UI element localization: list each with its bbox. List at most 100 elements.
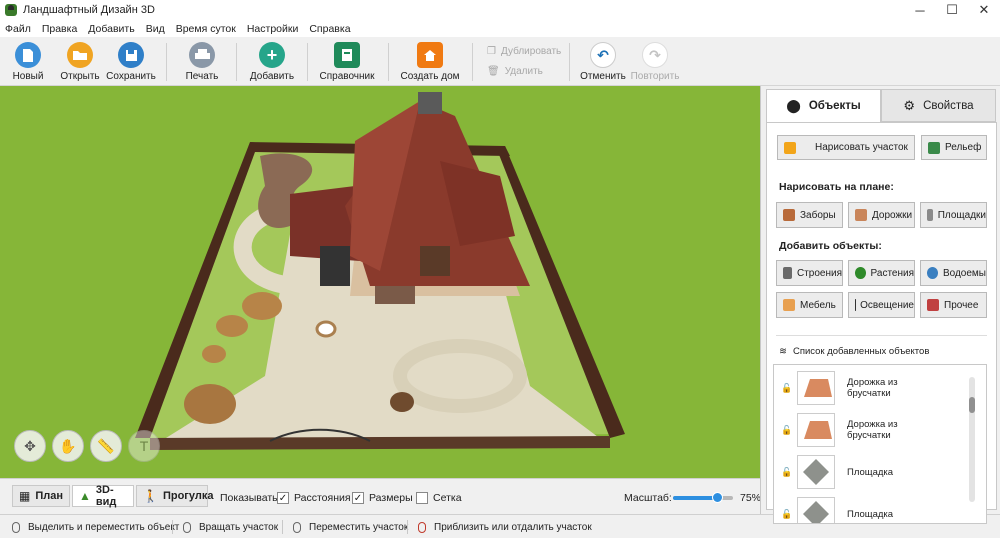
tab-objects[interactable]: ⬤ Объекты [766, 89, 881, 122]
list-item[interactable]: 🔓 Площадка [774, 493, 970, 523]
ruler-tool[interactable]: 📏 [90, 430, 122, 462]
lock-icon[interactable]: 🔓 [781, 383, 792, 394]
tab-3d-view[interactable]: ▲ 3D-вид [72, 484, 134, 508]
brick-path-thumbnail [797, 371, 835, 405]
well-hatch [390, 392, 414, 412]
list-item[interactable]: 🔓 Дорожка из брусчатки [774, 367, 970, 409]
new-button[interactable]: Новый [10, 37, 46, 85]
redo-button[interactable]: ↷ Повторить [630, 37, 680, 85]
tab-plan[interactable]: ▦ План [12, 485, 70, 507]
relief-label: Рельеф [945, 142, 982, 153]
3d-viewport[interactable]: ✥ ✋ 📏 T [0, 86, 760, 478]
lock-icon[interactable]: 🔓 [781, 425, 792, 436]
areas-button[interactable]: Площадки [920, 202, 987, 228]
menu-settings[interactable]: Настройки [247, 23, 299, 35]
text-tool[interactable]: T [128, 430, 160, 462]
menu-view[interactable]: Вид [146, 23, 165, 35]
list-item[interactable]: 🔓 Дорожка из брусчатки [774, 409, 970, 451]
save-disk-icon [118, 42, 144, 68]
distances-checkbox[interactable]: ✓ Расстояния [277, 492, 351, 504]
grid-checkbox[interactable]: Сетка [416, 492, 462, 504]
status-select-move: Выделить и переместить объект [12, 522, 179, 533]
app-icon [5, 4, 17, 16]
menu-file[interactable]: Файл [5, 23, 31, 35]
save-button[interactable]: Сохранить [106, 37, 156, 85]
menu-add[interactable]: Добавить [88, 23, 134, 35]
show-label: Показывать: [220, 492, 281, 504]
fences-button[interactable]: Заборы [776, 202, 843, 228]
trash-icon: 🗑 [487, 66, 500, 77]
paths-button[interactable]: Дорожки [848, 202, 915, 228]
status-zoom-label: Приблизить или отдалить участок [434, 522, 592, 533]
reference-button[interactable]: Справочник [319, 37, 375, 85]
draw-on-plan-heading: Нарисовать на плане: [779, 181, 894, 193]
maximize-button[interactable]: ☐ [936, 0, 968, 20]
relief-button[interactable]: Рельеф [921, 135, 987, 160]
zoom-value: 75% [740, 492, 762, 504]
add-label: Добавить [249, 71, 295, 82]
add-button[interactable]: + Добавить [250, 37, 294, 85]
build-house-button[interactable]: Создать дом [400, 37, 460, 85]
furniture-icon [783, 299, 795, 311]
reference-label: Справочник [319, 71, 375, 82]
objects-icon: ⬤ [786, 98, 801, 113]
plants-button[interactable]: Растения [848, 260, 915, 286]
tab-properties[interactable]: ⚙ Свойства [881, 89, 996, 122]
sizes-checkbox[interactable]: ✓ Размеры [352, 492, 413, 504]
plants-label: Растения [870, 267, 914, 279]
3d-view-label: 3D-вид [95, 484, 117, 508]
walking-man-icon: 🚶 [143, 489, 158, 503]
print-label: Печать [185, 71, 219, 82]
chimney [418, 92, 442, 114]
buildings-label: Строения [796, 267, 842, 279]
add-objects-heading: Добавить объекты: [779, 240, 882, 252]
stone-round [184, 384, 236, 424]
save-label: Сохранить [106, 71, 156, 82]
lock-icon[interactable]: 🔓 [781, 467, 792, 478]
objects-list[interactable]: 🔓 Дорожка из брусчатки 🔓 Дорожка из брус… [773, 364, 987, 524]
lamp [315, 320, 337, 338]
zoom-slider[interactable] [673, 492, 733, 503]
list-item[interactable]: 🔓 Площадка [774, 451, 970, 493]
hand-pan-tool[interactable]: ✋ [52, 430, 84, 462]
toolbar-separator [307, 43, 308, 81]
menu-help[interactable]: Справка [309, 23, 350, 35]
draw-plot-button[interactable]: Нарисовать участок [777, 135, 915, 160]
toolbar-separator [569, 43, 570, 81]
car [320, 246, 350, 286]
mouse-middle-icon [293, 522, 301, 533]
status-select-move-label: Выделить и переместить объект [28, 522, 180, 533]
print-button[interactable]: Печать [184, 37, 220, 85]
furniture-label: Мебель [800, 299, 836, 311]
undo-button[interactable]: ↶ Отменить [580, 37, 626, 85]
minimize-button[interactable]: ─ [904, 0, 936, 20]
open-button[interactable]: Открыть [60, 37, 100, 85]
ponds-button[interactable]: Водоемы [920, 260, 987, 286]
tab-walk[interactable]: 🚶 Прогулка [136, 485, 213, 507]
select-objects-tool[interactable]: ✥ [14, 430, 46, 462]
other-button[interactable]: Прочее [920, 292, 987, 318]
view-bar: ▦ План ▲ 3D-вид 🚶 Прогулка Показывать: ✓… [0, 478, 762, 514]
menu-edit[interactable]: Правка [42, 23, 77, 35]
buildings-button[interactable]: Строения [776, 260, 843, 286]
list-item-name: Площадка [847, 466, 894, 478]
close-button[interactable]: ✕ [968, 0, 1000, 20]
tab-properties-label: Свойства [923, 99, 974, 112]
list-scrollbar[interactable] [969, 377, 975, 502]
relief-mountain-icon [928, 141, 940, 154]
duplicate-button[interactable]: ❐ Дублировать [487, 46, 561, 57]
delete-button[interactable]: 🗑 Удалить [487, 66, 543, 77]
status-move-plot: Переместить участок [293, 522, 408, 533]
furniture-button[interactable]: Мебель [776, 292, 843, 318]
mouse-wheel-icon [418, 522, 426, 533]
tab-objects-label: Объекты [808, 100, 861, 112]
fence-icon [783, 209, 795, 221]
lighting-button[interactable]: Освещение [848, 292, 915, 318]
zoom-slider-thumb[interactable] [712, 492, 723, 503]
lock-icon[interactable]: 🔓 [781, 509, 792, 520]
menu-time-of-day[interactable]: Время суток [176, 23, 236, 35]
panel-divider [776, 335, 987, 336]
undo-arrow-icon: ↶ [590, 42, 616, 68]
scrollbar-thumb[interactable] [969, 397, 975, 413]
redo-label: Повторить [630, 71, 680, 82]
